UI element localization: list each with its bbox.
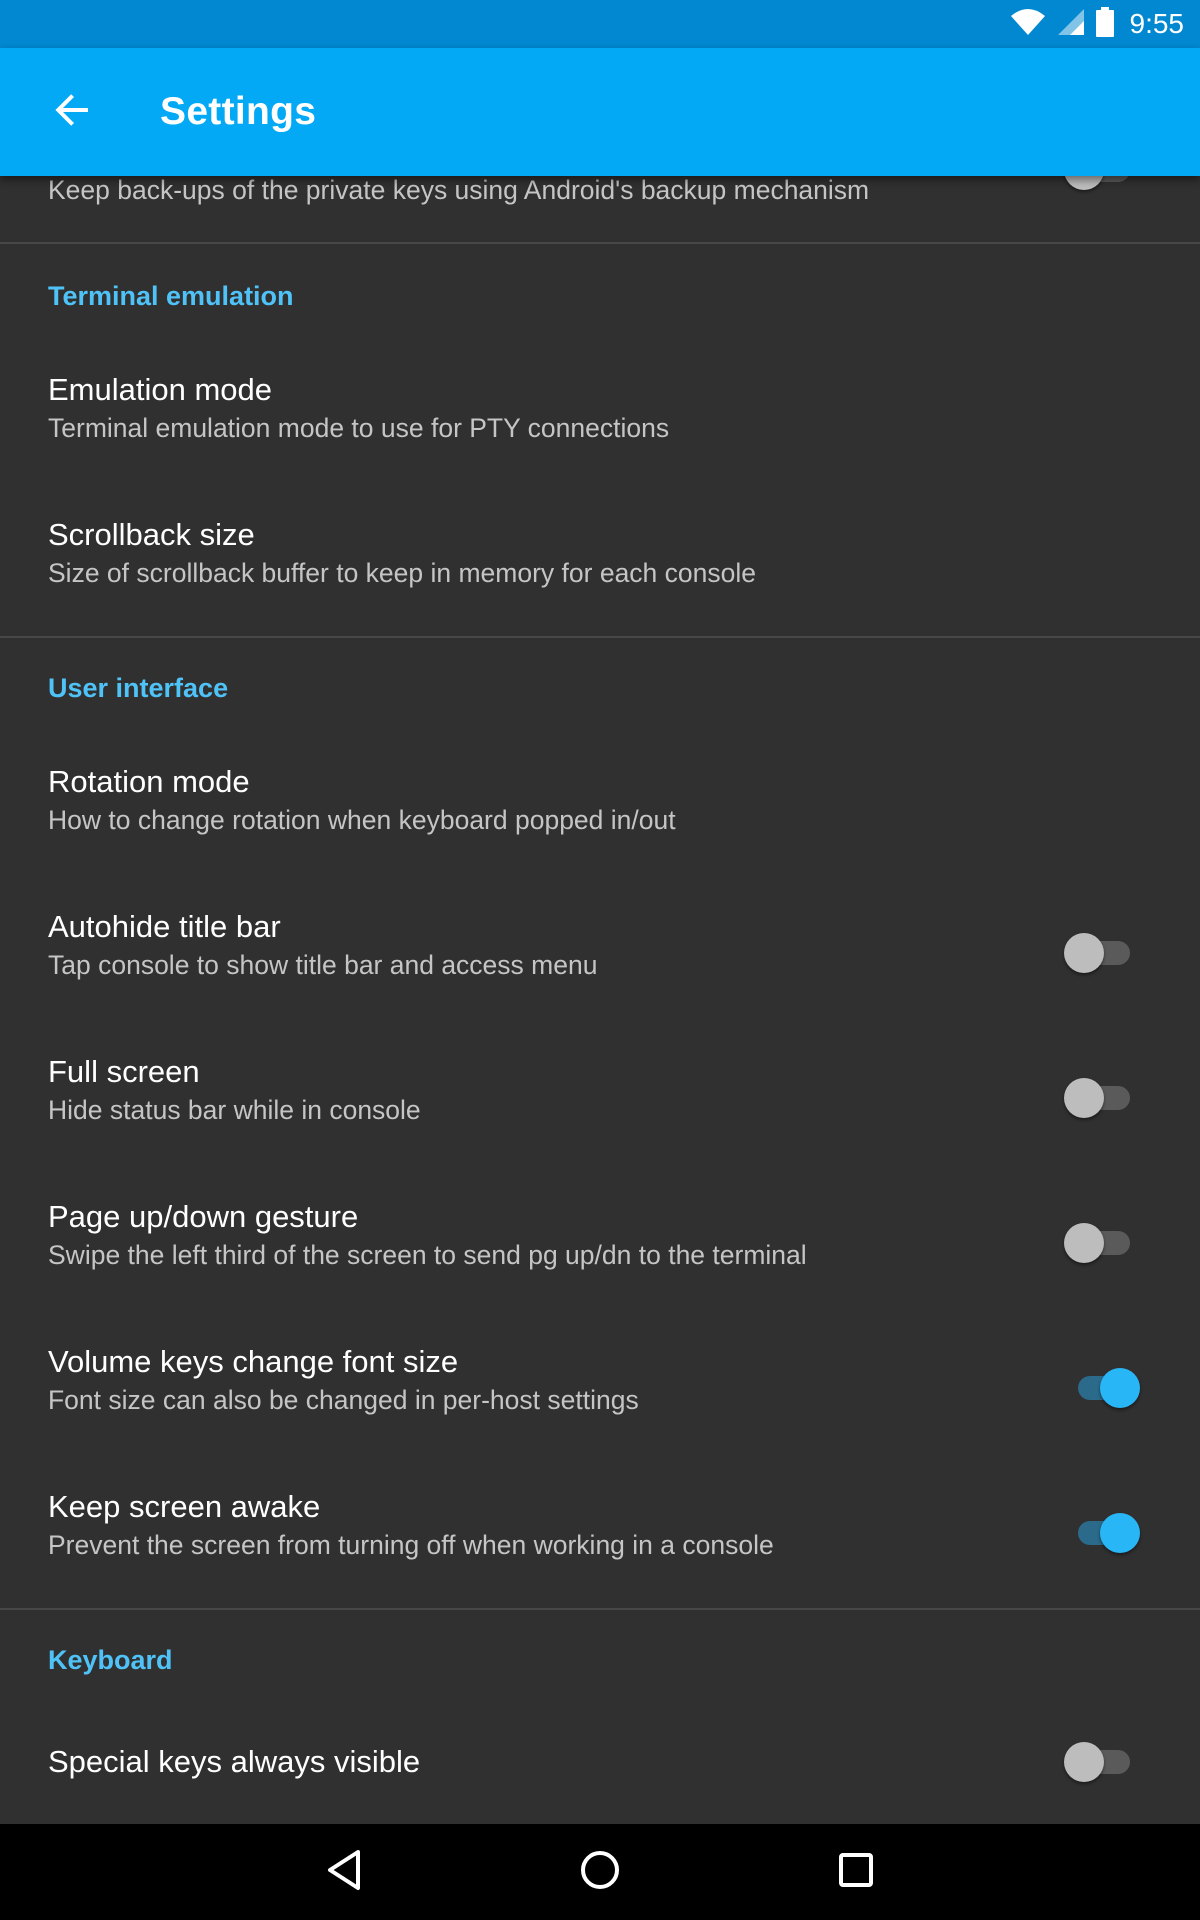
category-user-interface: User interface xyxy=(48,673,229,703)
volume-font-size-toggle[interactable] xyxy=(1064,1364,1140,1412)
nav-home-button[interactable] xyxy=(568,1840,632,1904)
switch-thumb xyxy=(1100,1513,1140,1553)
switch-thumb xyxy=(1064,176,1104,190)
status-time: 9:55 xyxy=(1129,8,1185,39)
setting-title: Page up/down gesture xyxy=(48,1199,359,1234)
setting-summary: Tap console to show title bar and access… xyxy=(48,950,598,980)
setting-item-autohide-title-bar[interactable]: Autohide title bar Tap console to show t… xyxy=(0,873,1200,1018)
switch-thumb xyxy=(1100,1368,1140,1408)
autohide-title-bar-toggle[interactable] xyxy=(1064,929,1140,977)
setting-summary: Terminal emulation mode to use for PTY c… xyxy=(48,413,670,443)
nav-back-button[interactable] xyxy=(312,1840,376,1904)
battery-icon xyxy=(1095,6,1114,42)
nav-recents-button[interactable] xyxy=(824,1840,888,1904)
navigation-bar xyxy=(0,1824,1200,1920)
setting-summary: How to change rotation when keyboard pop… xyxy=(48,805,676,835)
full-screen-toggle[interactable] xyxy=(1064,1074,1140,1122)
setting-title: Emulation mode xyxy=(48,372,273,407)
settings-list: Keep back-ups of the private keys using … xyxy=(0,176,1200,1824)
switch-thumb xyxy=(1064,1078,1104,1118)
switch-thumb xyxy=(1064,933,1104,973)
setting-title: Full screen xyxy=(48,1054,200,1089)
setting-item-volume-font-size[interactable]: Volume keys change font size Font size c… xyxy=(0,1308,1200,1453)
wifi-icon xyxy=(1010,8,1046,41)
setting-summary: Font size can also be changed in per-hos… xyxy=(48,1385,639,1415)
back-button[interactable] xyxy=(32,80,112,144)
special-keys-visible-toggle[interactable] xyxy=(1064,1738,1140,1786)
setting-summary: Keep back-ups of the private keys using … xyxy=(48,176,870,205)
setting-summary: Size of scrollback buffer to keep in mem… xyxy=(48,558,756,588)
setting-title: Special keys always visible xyxy=(48,1744,421,1779)
recents-square-icon xyxy=(836,1850,876,1895)
home-circle-icon xyxy=(578,1848,622,1897)
setting-title: Keep screen awake xyxy=(48,1489,321,1524)
setting-title: Scrollback size xyxy=(48,517,255,552)
keep-screen-awake-toggle[interactable] xyxy=(1064,1509,1140,1557)
setting-item-page-gesture[interactable]: Page up/down gesture Swipe the left thir… xyxy=(0,1163,1200,1308)
setting-item-keep-screen-awake[interactable]: Keep screen awake Prevent the screen fro… xyxy=(0,1453,1200,1598)
category-keyboard: Keyboard xyxy=(48,1645,173,1675)
divider xyxy=(0,242,1200,244)
divider xyxy=(0,1608,1200,1610)
status-bar: 9:55 xyxy=(0,0,1200,48)
setting-title: Autohide title bar xyxy=(48,909,281,944)
setting-item-special-keys-visible[interactable]: Special keys always visible xyxy=(0,1700,1200,1824)
setting-item-scrollback-size[interactable]: Scrollback size Size of scrollback buffe… xyxy=(0,481,1200,626)
setting-title: Rotation mode xyxy=(48,764,250,799)
setting-item-full-screen[interactable]: Full screen Hide status bar while in con… xyxy=(0,1018,1200,1163)
back-triangle-icon xyxy=(324,1848,364,1897)
key-backup-toggle[interactable] xyxy=(1064,176,1140,194)
setting-summary: Swipe the left third of the screen to se… xyxy=(48,1240,807,1270)
category-terminal-emulation: Terminal emulation xyxy=(48,281,294,311)
page-gesture-toggle[interactable] xyxy=(1064,1219,1140,1267)
app-bar: Settings xyxy=(0,48,1200,176)
status-icons: 9:55 xyxy=(1010,0,1185,48)
arrow-back-icon xyxy=(54,92,90,133)
setting-item-rotation-mode[interactable]: Rotation mode How to change rotation whe… xyxy=(0,728,1200,873)
divider xyxy=(0,636,1200,638)
cell-signal-icon xyxy=(1056,8,1086,41)
setting-item-emulation-mode[interactable]: Emulation mode Terminal emulation mode t… xyxy=(0,336,1200,481)
switch-thumb xyxy=(1064,1742,1104,1782)
setting-title: Volume keys change font size xyxy=(48,1344,459,1379)
switch-thumb xyxy=(1064,1223,1104,1263)
setting-summary: Prevent the screen from turning off when… xyxy=(48,1530,774,1560)
setting-summary: Hide status bar while in console xyxy=(48,1095,421,1125)
page-title: Settings xyxy=(160,90,317,133)
setting-item-key-backup[interactable]: Keep back-ups of the private keys using … xyxy=(0,176,1200,242)
